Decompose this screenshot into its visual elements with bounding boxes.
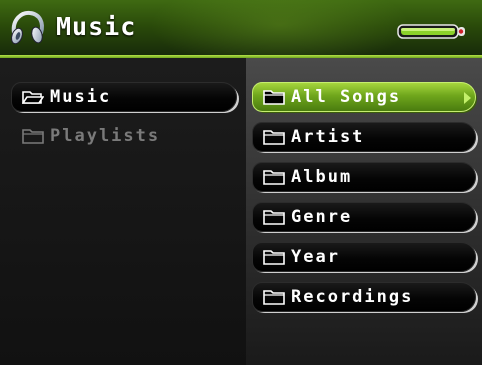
arrow-right-icon <box>464 92 471 104</box>
menu-item-artist[interactable]: Artist <box>252 122 476 152</box>
folder-icon <box>263 90 285 105</box>
folder-icon <box>263 210 285 225</box>
battery-icon <box>397 24 465 39</box>
folder-icon <box>263 250 285 265</box>
nav-item-label: Music <box>50 87 112 107</box>
folder-icon <box>263 130 285 145</box>
menu-item-year[interactable]: Year <box>252 242 476 272</box>
nav-item-music[interactable]: Music <box>11 82 237 112</box>
folder-open-icon <box>22 91 44 104</box>
header-decoration <box>150 0 410 58</box>
menu-item-label: All Songs <box>291 87 402 107</box>
menu-item-label: Year <box>291 247 340 267</box>
menu-item-label: Artist <box>291 127 365 147</box>
menu-item-label: Recordings <box>291 287 414 307</box>
title-bar: Music <box>0 0 482 58</box>
menu-item-label: Genre <box>291 207 353 227</box>
navigation-pane: Music Playlists <box>0 58 246 365</box>
page-title: Music <box>56 12 137 41</box>
headphones-icon <box>11 10 44 45</box>
nav-item-playlists[interactable]: Playlists <box>22 126 160 146</box>
folder-icon <box>22 129 44 144</box>
folder-icon <box>263 170 285 185</box>
menu-item-label: Album <box>291 167 353 187</box>
category-list: All Songs Artist Album Genre Year Record… <box>246 58 482 365</box>
menu-item-all-songs[interactable]: All Songs <box>252 82 476 112</box>
menu-item-genre[interactable]: Genre <box>252 202 476 232</box>
nav-item-label: Playlists <box>50 126 161 146</box>
menu-item-album[interactable]: Album <box>252 162 476 192</box>
menu-item-recordings[interactable]: Recordings <box>252 282 476 312</box>
folder-icon <box>263 290 285 305</box>
